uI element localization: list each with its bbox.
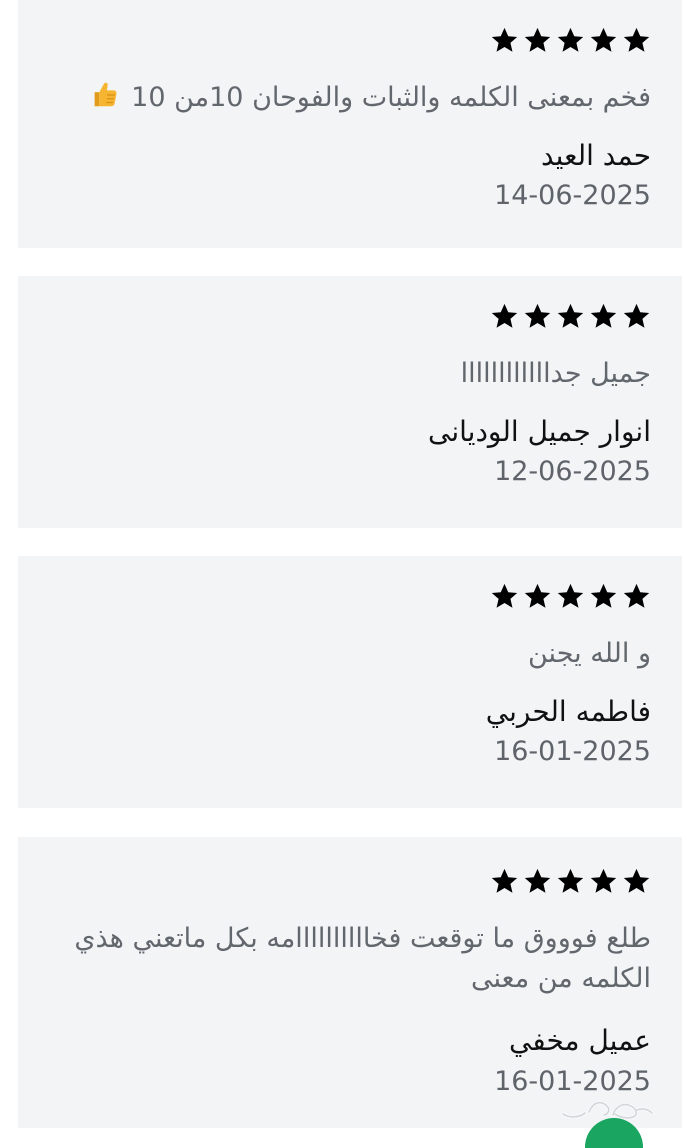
review-text: جميل جداااااااااااا: [460, 358, 651, 389]
star-icon: [491, 303, 518, 328]
star-icon: [557, 303, 584, 328]
review-text-content: فخم بمعنى الكلمه والثبات والفوحان 10من 1…: [131, 82, 651, 113]
star-icon: [590, 27, 617, 52]
star-icon: [590, 303, 617, 328]
review-card: طلع فوووق ما توقعت فخاااااااااامه بكل ما…: [18, 837, 682, 1128]
review-author: حمد العيد: [540, 139, 651, 172]
review-text: فخم بمعنى الكلمه والثبات والفوحان 10من 1…: [58, 78, 651, 118]
star-icon: [557, 583, 584, 608]
star-icon: [524, 27, 551, 52]
star-icon: [491, 583, 518, 608]
review-date: 16-01-2025: [494, 736, 651, 767]
review-author: عميل مخفي: [508, 1024, 651, 1057]
star-icon: [590, 583, 617, 608]
review-author: انوار جميل الوديانى: [428, 415, 651, 448]
review-text: طلع فوووق ما توقعت فخاااااااااامه بكل ما…: [74, 923, 651, 994]
thumbs-up-icon: [94, 82, 117, 107]
star-rating: [490, 582, 651, 611]
star-icon: [590, 868, 617, 893]
star-icon: [524, 868, 551, 893]
star-rating: [490, 26, 651, 55]
star-icon: [557, 27, 584, 52]
star-icon: [623, 868, 650, 893]
review-card: و الله يجنن فاطمه الحربي 16-01-2025: [18, 556, 682, 808]
star-icon: [623, 303, 650, 328]
review-card: فخم بمعنى الكلمه والثبات والفوحان 10من 1…: [18, 0, 682, 248]
star-icon: [491, 27, 518, 52]
review-card: جميل جداااااااااااا انوار جميل الوديانى …: [18, 276, 682, 528]
review-text: و الله يجنن: [528, 638, 651, 669]
star-icon: [623, 583, 650, 608]
star-icon: [491, 868, 518, 893]
star-icon: [623, 27, 650, 52]
review-date: 14-06-2025: [494, 180, 651, 211]
star-icon: [524, 583, 551, 608]
star-rating: [490, 302, 651, 331]
review-author: فاطمه الحربي: [485, 695, 651, 728]
star-rating: [490, 867, 651, 896]
review-date: 12-06-2025: [494, 456, 651, 487]
star-icon: [524, 303, 551, 328]
star-icon: [557, 868, 584, 893]
